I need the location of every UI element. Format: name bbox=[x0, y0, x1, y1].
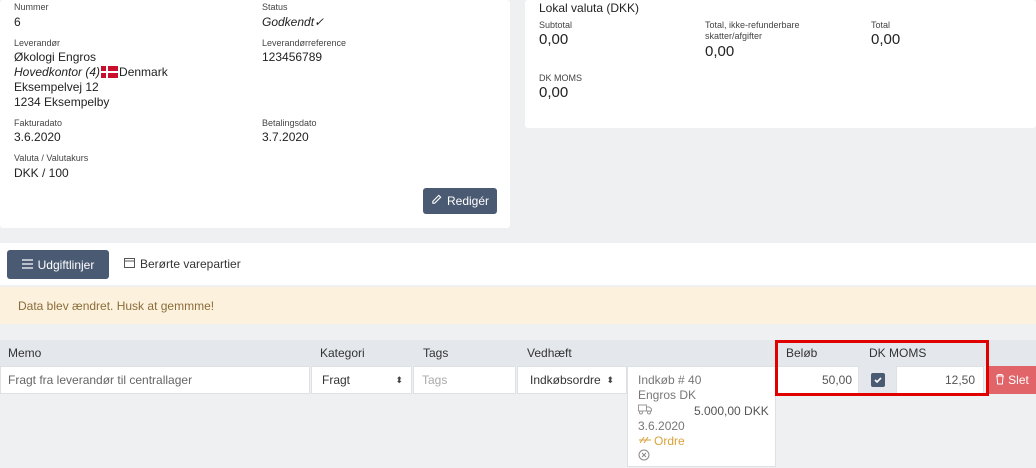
tab-expense-lines-label: Udgiftlinjer bbox=[37, 257, 95, 272]
status-value: Godkendt✓ bbox=[262, 15, 325, 29]
denmark-flag-icon bbox=[101, 66, 119, 78]
supplier-ref-label: Leverandørreference bbox=[262, 38, 347, 48]
header-attached: Vedhæft bbox=[527, 346, 572, 360]
popover-date: 3.6.2020 bbox=[638, 419, 685, 433]
popover-order-link[interactable]: Ordre bbox=[638, 434, 685, 448]
category-value: Fragt bbox=[322, 373, 351, 387]
invoice-date-label: Fakturadato bbox=[14, 118, 63, 128]
delete-button-label: Slet bbox=[1008, 373, 1029, 387]
tab-expense-lines[interactable]: Udgiftlinjer bbox=[7, 250, 109, 279]
popover-title: Indkøb # 40 bbox=[638, 373, 702, 387]
header-category: Kategori bbox=[320, 346, 365, 360]
supplier-label: Leverandør bbox=[14, 38, 61, 48]
local-currency-title: Lokal valuta (DKK) bbox=[539, 1, 640, 15]
vat-checkbox[interactable] bbox=[870, 373, 885, 387]
sort-arrows-icon: ⬍ bbox=[606, 374, 614, 385]
popover-supplier: Engros DK bbox=[638, 388, 697, 402]
payment-date-label: Betalingsdato bbox=[262, 118, 317, 128]
invoice-number: 6 bbox=[14, 15, 21, 29]
total-label: Total bbox=[871, 20, 891, 30]
tags-input[interactable]: Tags bbox=[413, 366, 516, 394]
vat-amount-input[interactable]: 12,50 bbox=[896, 366, 984, 394]
unlink-icon bbox=[638, 434, 652, 448]
supplier-city: 1234 Eksempelby bbox=[14, 95, 110, 109]
tab-bar: Udgiftlinjer Berørte varepartier bbox=[0, 243, 1036, 285]
number-label: Nummer bbox=[14, 2, 49, 12]
pencil-icon bbox=[431, 194, 442, 208]
local-currency-card: Lokal valuta (DKK) Subtotal 0,00 Total, … bbox=[525, 0, 1036, 128]
supplier-street: Eksempelvej 12 bbox=[14, 80, 99, 94]
edit-button[interactable]: Redigér bbox=[423, 188, 497, 214]
subtotal-label: Subtotal bbox=[539, 20, 573, 30]
memo-input[interactable]: Fragt fra leverandør til centrallager bbox=[0, 366, 310, 394]
tab-affected-batches-label: Berørte varepartier bbox=[140, 257, 241, 271]
vat-value: 0,00 bbox=[539, 84, 569, 101]
check-icon: ✓ bbox=[314, 15, 325, 29]
supplier-ref: 123456789 bbox=[262, 50, 323, 64]
tab-affected-batches[interactable]: Berørte varepartier bbox=[124, 257, 241, 271]
status-label: Status bbox=[262, 2, 288, 12]
unsaved-alert-text: Data blev ændret. Husk at gemmme! bbox=[18, 299, 215, 313]
invoice-date: 3.6.2020 bbox=[14, 130, 61, 144]
nonrefund-value: 0,00 bbox=[705, 43, 735, 60]
remove-circle-icon[interactable] bbox=[638, 449, 650, 464]
header-vat: DK MOMS bbox=[869, 346, 927, 360]
table-header: Memo Kategori Tags Vedhæft Beløb DK MOMS bbox=[0, 340, 1036, 366]
header-amount: Beløb bbox=[786, 346, 818, 360]
currency-label: Valuta / Valutakurs bbox=[14, 153, 89, 163]
header-tags: Tags bbox=[423, 346, 449, 360]
header-memo: Memo bbox=[8, 346, 42, 360]
supplier-country: Denmark bbox=[119, 65, 168, 79]
edit-button-label: Redigér bbox=[446, 194, 490, 208]
supplier-office-line: Hovedkontor (4) Denmark bbox=[14, 65, 168, 79]
supplier-name: Økologi Engros bbox=[14, 50, 97, 64]
calendar-icon bbox=[124, 257, 135, 271]
nonrefund-label-1: Total, ikke-refunderbare bbox=[705, 20, 800, 30]
vat-checkbox-cell bbox=[859, 366, 896, 394]
category-select[interactable]: Fragt ⬍ bbox=[311, 366, 412, 394]
sort-arrows-icon: ⬍ bbox=[395, 374, 403, 385]
attached-select[interactable]: Indkøbsordre ⬍ bbox=[517, 366, 627, 394]
amount-input[interactable]: 50,00 bbox=[777, 366, 859, 394]
unsaved-alert: Data blev ændret. Husk at gemmme! bbox=[0, 287, 1036, 324]
total-value: 0,00 bbox=[871, 31, 901, 48]
trash-icon bbox=[995, 373, 1005, 388]
list-icon bbox=[21, 258, 33, 272]
attached-value: Indkøbsordre bbox=[530, 373, 601, 387]
delete-button[interactable]: Slet bbox=[988, 366, 1036, 394]
truck-icon bbox=[638, 404, 652, 418]
supplier-office[interactable]: Hovedkontor (4) bbox=[14, 65, 100, 79]
nonrefund-label-2: skatter/afgifter bbox=[705, 31, 763, 41]
subtotal-value: 0,00 bbox=[539, 31, 569, 48]
popover-amount: 5.000,00 DKK bbox=[694, 404, 769, 418]
payment-date: 3.7.2020 bbox=[262, 130, 309, 144]
purchase-order-popover: Indkøb # 40 Engros DK 5.000,00 DKK 3.6.2… bbox=[627, 366, 776, 467]
invoice-details-card: Nummer 6 Status Godkendt✓ Leverandør Øko… bbox=[0, 0, 510, 228]
vat-label: DK MOMS bbox=[539, 73, 583, 83]
popover-order-label: Ordre bbox=[654, 434, 685, 448]
currency-value: DKK / 100 bbox=[14, 166, 69, 180]
